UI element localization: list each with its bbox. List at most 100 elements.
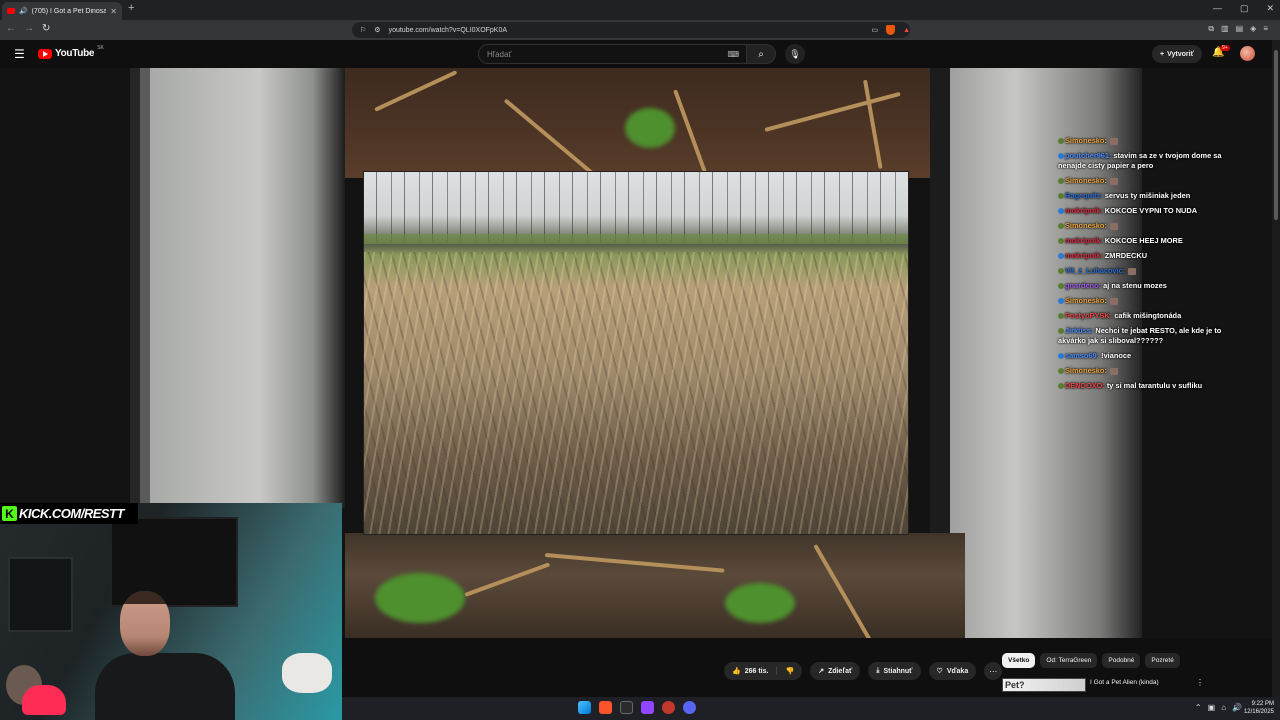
excel-icon[interactable] [620, 701, 633, 714]
discord-icon[interactable] [683, 701, 696, 714]
hamburger-menu-icon[interactable]: ☰ [14, 47, 25, 61]
download-icon: ⤓ [876, 667, 880, 674]
volume-icon[interactable]: 🔊 [1232, 703, 1242, 712]
dislike-button[interactable]: 👎 [777, 667, 802, 675]
chat-username[interactable]: samso69: [1065, 351, 1099, 360]
more-actions-button[interactable]: ⋯ [984, 662, 1003, 680]
menu-icon[interactable]: ≡ [1263, 24, 1268, 34]
vpn-icon[interactable]: ◈ [1250, 24, 1256, 34]
kick-logo-icon: K [2, 506, 17, 521]
voice-search-button[interactable]: 🎙 [785, 44, 805, 64]
chat-username[interactable]: mokripnik: [1065, 236, 1103, 245]
chat-message: poutcher961: stavim sa ze v tvojom dome s… [1058, 151, 1233, 171]
chat-username[interactable]: PostyoPYSK: [1065, 311, 1112, 320]
back-icon[interactable]: ← [6, 23, 16, 34]
chat-username[interactable]: mokripnik: [1065, 251, 1103, 260]
close-window-button[interactable]: ✕ [1266, 3, 1274, 14]
chat-username[interactable]: Simonesko: [1065, 221, 1107, 230]
keyboard-icon[interactable]: ⌨ [727, 50, 739, 59]
emote-icon [1128, 267, 1137, 275]
youtube-favicon-icon [7, 8, 15, 14]
thanks-button[interactable]: ♡ Vďaka [928, 662, 977, 680]
avatar[interactable] [1240, 46, 1255, 61]
chat-badge-icon [1058, 223, 1064, 230]
chat-username[interactable]: Vit_z_Luhacovic: [1065, 266, 1125, 275]
chat-badge-icon [1058, 383, 1064, 390]
install-icon[interactable]: ▭ [871, 26, 878, 34]
chat-username[interactable]: gnardeno: [1065, 281, 1101, 290]
download-button[interactable]: ⤓ Stiahnuť [868, 662, 921, 680]
maximize-button[interactable]: ▢ [1240, 3, 1249, 14]
like-count: 266 tis. [744, 667, 769, 675]
chip-watched[interactable]: Pozreté [1145, 653, 1180, 668]
chat-username[interactable]: DENDOXO: [1065, 381, 1105, 390]
network-icon[interactable]: ⌂ [1221, 703, 1226, 712]
site-info-icon[interactable]: ⚙ [374, 26, 380, 34]
scrollbar-thumb[interactable] [1274, 50, 1278, 220]
extension-icon[interactable]: ⧉ [1208, 24, 1214, 34]
obs-icon[interactable] [662, 701, 675, 714]
chat-username[interactable]: Jirkûss: [1065, 326, 1093, 335]
background-pillow [282, 653, 332, 693]
brave-shield-icon[interactable] [886, 25, 896, 35]
new-tab-button[interactable]: + [128, 2, 134, 14]
chat-username[interactable]: Simonesko: [1065, 296, 1107, 305]
chat-username[interactable]: Simonesko: [1065, 176, 1107, 185]
chip-related[interactable]: Podobné [1102, 653, 1141, 668]
wallet-icon[interactable]: ▤ [1236, 24, 1244, 34]
stream-chat-overlay: Simonesko: poutcher961: stavim sa ze v tvo… [1058, 136, 1233, 396]
youtube-logo[interactable]: YouTube SK [38, 45, 104, 59]
sidebar-icon[interactable]: ▥ [1221, 24, 1229, 34]
chat-badge-icon [1058, 353, 1064, 360]
tray-chevron-icon[interactable]: ⌃ [1195, 703, 1202, 712]
share-label: Zdieľať [828, 667, 853, 675]
more-options-icon[interactable]: ⋮ [1196, 678, 1204, 687]
chat-badge-icon [1058, 193, 1064, 200]
chat-username[interactable]: Ragequitz: [1065, 191, 1103, 200]
brave-browser-icon[interactable] [599, 701, 612, 714]
create-button[interactable]: + Vytvoriť [1152, 45, 1202, 63]
reload-icon[interactable]: ↻ [42, 23, 50, 34]
chat-message: DENDOXO: ty si mal tarantulu v sufliku [1058, 381, 1233, 391]
chip-all[interactable]: Všetko [1002, 653, 1036, 668]
heart-icon [22, 685, 66, 715]
chat-username[interactable]: poutcher961: [1065, 151, 1111, 160]
recommended-thumbnail[interactable]: Pet? [1002, 678, 1086, 692]
chip-from-channel[interactable]: Od: TerraGreen [1040, 653, 1098, 668]
search-input[interactable]: Hľadať ⌨ [478, 44, 748, 64]
url-text[interactable]: youtube.com/watch?v=QLI0XOFpK0A [389, 27, 864, 34]
chat-username[interactable]: Simonesko: [1065, 136, 1107, 145]
emote-icon [1109, 367, 1118, 375]
grass-horizon [364, 234, 908, 244]
chat-username[interactable]: mokripnik: [1065, 206, 1103, 215]
rewards-icon[interactable]: ▲ [903, 27, 910, 34]
address-bar-row: ← → ↻ ⚐ ⚙ youtube.com/watch?v=QLI0XOFpK0… [0, 20, 1280, 40]
mic-icon: 🎙 [789, 48, 801, 59]
nav-buttons: ← → ↻ [6, 23, 50, 34]
background-tv [110, 517, 238, 607]
background-trees [364, 172, 908, 242]
taskbar-clock[interactable]: 9:22 PM 12/16/2025 [1244, 700, 1274, 716]
search-icon: ⌕ [758, 48, 764, 60]
close-tab-icon[interactable]: ✕ [110, 7, 117, 16]
recommended-title[interactable]: I Got a Pet Alien (kinda) [1090, 679, 1159, 686]
plus-icon: + [1160, 50, 1165, 58]
url-field[interactable]: ⚐ ⚙ youtube.com/watch?v=QLI0XOFpK0A ▭ ▲ [352, 22, 910, 38]
chat-username[interactable]: Simonesko: [1065, 366, 1107, 375]
minimize-button[interactable]: — [1213, 3, 1222, 14]
tray-app-icon[interactable]: ▣ [1208, 703, 1216, 712]
share-button[interactable]: ↗ Zdieľať [810, 662, 861, 680]
page-scrollbar[interactable] [1272, 40, 1280, 697]
like-button[interactable]: 👍 266 tis. [724, 667, 778, 675]
chat-badge-icon [1058, 328, 1064, 335]
chat-message: samso69: !vianoce [1058, 351, 1233, 361]
forward-icon[interactable]: → [24, 23, 34, 34]
youtube-wordmark: YouTube [55, 48, 95, 59]
windows-start-icon[interactable] [578, 701, 591, 714]
search-button[interactable]: ⌕ [746, 44, 776, 64]
chat-badge-icon [1058, 208, 1064, 215]
twitch-icon[interactable] [641, 701, 654, 714]
recommended-video[interactable]: Pet? I Got a Pet Alien (kinda) ⋮ [1002, 678, 1204, 692]
browser-tab[interactable]: 🔊 (705) I Got a Pet Dinosaur (kinda) ✕ [2, 2, 122, 20]
bookmark-icon[interactable]: ⚐ [360, 26, 366, 34]
